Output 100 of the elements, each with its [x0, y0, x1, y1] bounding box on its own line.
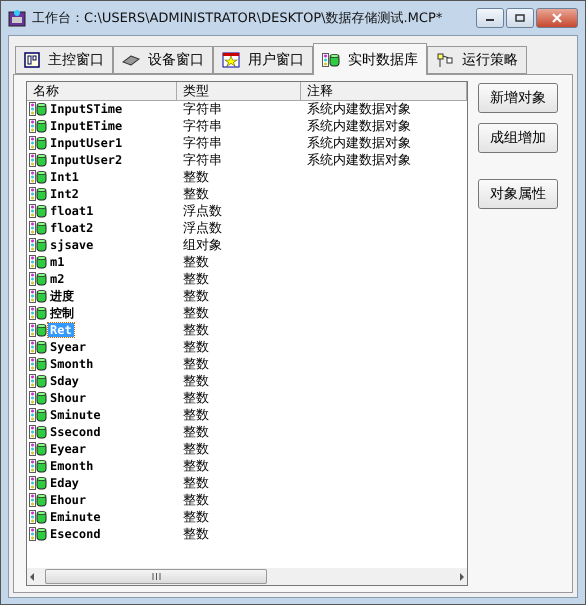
table-cell[interactable]: Sminute [48, 408, 103, 422]
table-cell[interactable]: Sday [48, 374, 81, 388]
database-icon [29, 510, 47, 524]
table-cell[interactable]: Smonth [48, 357, 96, 371]
database-icon [29, 323, 47, 337]
table-cell-text: 整数 [182, 407, 210, 424]
database-icon [29, 170, 47, 184]
close-button[interactable] [536, 8, 578, 28]
table-cell[interactable]: Syear [48, 340, 88, 354]
database-icon [29, 238, 47, 252]
table-cell-text: 整数 [182, 169, 210, 186]
database-icon [29, 289, 47, 303]
action-button[interactable]: 对象属性 [478, 179, 558, 209]
database-icon [29, 255, 47, 269]
table-cell[interactable]: Int2 [48, 187, 81, 201]
database-icon [322, 52, 340, 66]
table-cell[interactable]: InputUser1 [48, 136, 124, 150]
table-cell-text: 整数 [182, 475, 210, 492]
window-layout-icon [24, 52, 40, 68]
table-cell-text: 整数 [182, 509, 210, 526]
database-icon [29, 221, 47, 235]
table-cell-text: 字符串 [182, 118, 223, 135]
window-title: 工作台：C:\USERS\ADMINISTRATOR\DESKTOP\数据存储测试.MCP* [32, 10, 442, 27]
table-cell[interactable]: InputETime [48, 119, 124, 133]
column-header[interactable]: 名称 [27, 82, 177, 101]
table-cell[interactable]: sjsave [48, 238, 96, 252]
database-icon [29, 204, 47, 218]
database-icon [29, 527, 47, 541]
table-cell-text: 整数 [182, 390, 210, 407]
table-cell[interactable]: Ehour [48, 493, 88, 507]
table-cell[interactable]: 进度 [48, 288, 76, 304]
flowchart-icon [436, 52, 454, 68]
database-icon [29, 493, 47, 507]
table-cell[interactable]: InputSTime [48, 102, 124, 116]
table-cell-text: 整数 [182, 254, 210, 271]
table-cell[interactable]: Int1 [48, 170, 81, 184]
table-cell[interactable]: InputUser2 [48, 153, 124, 167]
table-cell-text: 整数 [182, 356, 210, 373]
tab[interactable]: 用户窗口 [213, 46, 313, 74]
horizontal-scrollbar[interactable] [27, 568, 467, 585]
tab[interactable]: 实时数据库 [313, 43, 427, 75]
table-cell-text: 整数 [182, 271, 210, 288]
table-cell-text: 浮点数 [182, 203, 223, 220]
table-cell[interactable]: Ssecond [48, 425, 103, 439]
table-cell-text: 字符串 [182, 152, 223, 169]
table-cell-text: 系统内建数据对象 [306, 118, 412, 135]
table-cell[interactable]: Eday [48, 476, 81, 490]
tab[interactable]: 运行策略 [427, 46, 527, 74]
database-icon [29, 119, 47, 133]
left-arrow-icon[interactable] [29, 572, 35, 580]
table-cell-text: 整数 [182, 492, 210, 509]
table-cell[interactable]: float2 [48, 221, 96, 235]
table-cell-text: 整数 [182, 339, 210, 356]
table-cell[interactable]: Eyear [48, 442, 88, 456]
tab[interactable]: 主控窗口 [15, 46, 113, 74]
table-cell-text: 字符串 [182, 135, 223, 152]
table-cell-text: 整数 [182, 441, 210, 458]
table-cell[interactable]: m2 [48, 272, 66, 286]
table-cell[interactable]: Esecond [48, 527, 103, 541]
maximize-icon [515, 14, 525, 22]
table-cell[interactable]: 控制 [48, 304, 76, 322]
table-cell-text: 浮点数 [182, 220, 223, 237]
table-cell[interactable]: Shour [48, 391, 88, 405]
minimize-button[interactable] [476, 8, 504, 28]
action-button[interactable]: 新增对象 [478, 83, 558, 113]
table-cell-text: 字符串 [182, 101, 223, 118]
table-cell[interactable]: Emonth [48, 459, 96, 473]
database-icon [29, 340, 47, 354]
table-cell-text: 组对象 [182, 237, 223, 254]
database-icon [29, 374, 47, 388]
database-icon [29, 357, 47, 371]
database-icon [29, 391, 47, 405]
table-cell-text: 系统内建数据对象 [306, 101, 412, 118]
table-cell-text: 整数 [182, 458, 210, 475]
column-header[interactable]: 注释 [301, 82, 467, 101]
maximize-button[interactable] [506, 8, 534, 28]
table-cell-text: 整数 [182, 424, 210, 441]
table-cell-text: 整数 [182, 288, 210, 305]
table-cell-text: 整数 [182, 322, 210, 339]
table-cell[interactable]: m1 [48, 255, 66, 269]
scrollbar-thumb[interactable] [45, 569, 267, 584]
database-icon [29, 306, 47, 320]
database-icon [29, 459, 47, 473]
table-cell[interactable]: Eminute [48, 510, 103, 524]
grip-icon [152, 573, 160, 580]
tab[interactable]: 设备窗口 [113, 46, 213, 74]
database-icon [29, 408, 47, 422]
database-icon [29, 136, 47, 150]
table-cell[interactable]: float1 [48, 204, 96, 218]
action-button[interactable]: 成组增加 [478, 123, 558, 153]
table-cell-text: 整数 [182, 373, 210, 390]
chip-icon [122, 54, 140, 66]
right-arrow-icon[interactable] [459, 572, 465, 580]
table-cell-text: 整数 [182, 305, 210, 322]
database-icon [29, 187, 47, 201]
database-icon [29, 425, 47, 439]
table-cell-text: 系统内建数据对象 [306, 152, 412, 169]
database-icon [29, 272, 47, 286]
app-icon [8, 9, 26, 27]
column-header[interactable]: 类型 [177, 82, 301, 101]
